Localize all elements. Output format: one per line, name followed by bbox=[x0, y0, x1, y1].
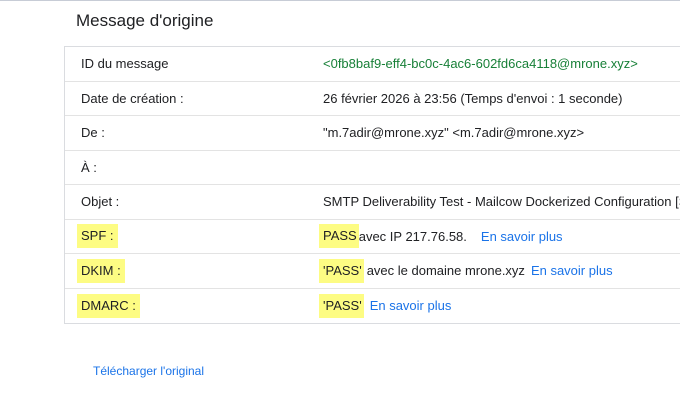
row-spf: SPF : PASS avec IP 217.76.58. En savoir … bbox=[65, 220, 680, 254]
page-title: Message d'origine bbox=[76, 11, 214, 30]
subject-value: SMTP Deliverability Test - Mailcow Docke… bbox=[323, 194, 680, 210]
dmarc-value-cell: 'PASS' En savoir plus bbox=[319, 289, 452, 324]
spf-label-cell: SPF : bbox=[77, 220, 118, 254]
spf-label: SPF : bbox=[77, 224, 118, 249]
row-message-id: ID du message <0fb8baf9-eff4-bc0c-4ac6-6… bbox=[65, 47, 680, 82]
original-message-page: Message d'origine ID du message <0fb8baf… bbox=[0, 0, 680, 409]
creation-date-value: 26 février 2026 à 23:56 (Temps d'envoi :… bbox=[323, 90, 623, 106]
dkim-label-cell: DKIM : bbox=[77, 254, 125, 288]
from-label: De : bbox=[81, 125, 105, 141]
from-value: "m.7adir@mrone.xyz" <m.7adir@mrone.xyz> bbox=[323, 125, 585, 141]
dkim-label: DKIM : bbox=[77, 258, 125, 283]
top-divider bbox=[0, 0, 680, 1]
row-subject: Objet : SMTP Deliverability Test - Mailc… bbox=[65, 185, 680, 220]
dmarc-label: DMARC : bbox=[77, 293, 140, 318]
dmarc-status: 'PASS' bbox=[319, 293, 364, 318]
spf-detail: avec IP 217.76.58. bbox=[358, 228, 467, 244]
row-creation-date: Date de création : 26 février 2026 à 23:… bbox=[65, 82, 680, 116]
dkim-value-cell: 'PASS' avec le domaine mrone.xyz En savo… bbox=[319, 254, 613, 288]
dkim-learn-more-link[interactable]: En savoir plus bbox=[531, 263, 613, 278]
to-label: À : bbox=[81, 159, 97, 175]
spf-status: PASS bbox=[319, 224, 359, 249]
row-dmarc: DMARC : 'PASS' En savoir plus bbox=[65, 289, 680, 324]
message-id-label: ID du message bbox=[81, 56, 169, 72]
dmarc-learn-more-link[interactable]: En savoir plus bbox=[370, 298, 452, 313]
download-original-link[interactable]: Télécharger l'original bbox=[93, 364, 204, 378]
row-from: De : "m.7adir@mrone.xyz" <m.7adir@mrone.… bbox=[65, 116, 680, 151]
dkim-status: 'PASS' bbox=[319, 258, 364, 283]
spf-value-cell: PASS avec IP 217.76.58. En savoir plus bbox=[319, 220, 563, 254]
creation-date-label: Date de création : bbox=[81, 90, 184, 106]
dmarc-label-cell: DMARC : bbox=[77, 289, 140, 324]
dkim-detail: avec le domaine mrone.xyz bbox=[366, 263, 525, 279]
subject-label: Objet : bbox=[81, 194, 120, 210]
message-details-table: ID du message <0fb8baf9-eff4-bc0c-4ac6-6… bbox=[64, 46, 680, 324]
spf-learn-more-link[interactable]: En savoir plus bbox=[481, 229, 563, 244]
row-to: À : bbox=[65, 151, 680, 185]
message-id-value: <0fb8baf9-eff4-bc0c-4ac6-602fd6ca4118@mr… bbox=[323, 56, 638, 72]
row-dkim: DKIM : 'PASS' avec le domaine mrone.xyz … bbox=[65, 254, 680, 289]
